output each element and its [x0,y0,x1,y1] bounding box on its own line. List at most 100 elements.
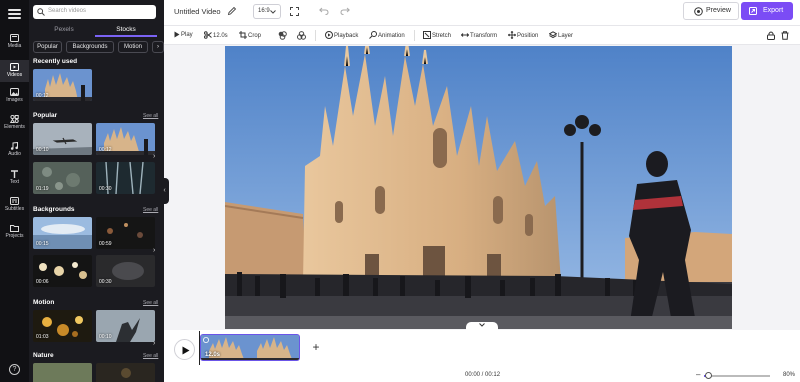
zoom-slider-handle[interactable] [705,372,712,379]
trash-icon[interactable] [781,31,789,40]
timeline: 12.0s + 00:00 / 00:12 – 80% [164,330,800,382]
chip-motion[interactable]: Motion [118,41,148,53]
project-title[interactable]: Untitled Video [174,7,221,16]
animation-icon [369,31,377,39]
stretch-icon [423,31,431,39]
timeline-clip[interactable]: 12.0s [200,334,300,361]
lock-icon[interactable] [767,31,775,40]
see-all-link[interactable]: See all [143,207,158,213]
sidebar-item-images[interactable]: Images [0,88,29,108]
video-frame-image [225,46,732,329]
edit-pencil-icon[interactable] [227,6,237,16]
help-icon[interactable]: ? [9,364,20,375]
video-thumbnail[interactable] [33,363,92,382]
sidebar-item-projects[interactable]: Projects [0,224,29,244]
edit-toolbar: Play 12.0s Crop Playback Animation Stret… [164,26,800,45]
layer-button[interactable]: Layer [548,31,573,39]
video-thumbnail[interactable]: 00:10 [33,123,92,155]
sidebar-item-videos[interactable]: Videos [0,60,29,82]
transform-icon [460,33,470,37]
text-icon [11,170,18,178]
elements-icon [10,115,19,123]
play-button[interactable] [174,339,195,360]
section-title: Popular [33,112,58,119]
chevron-right-icon[interactable]: › [153,247,155,254]
chevron-down-icon [479,323,485,327]
video-thumbnail[interactable]: 01:03 [33,310,92,342]
crop-button[interactable]: Crop [239,31,261,39]
filters-icon[interactable] [278,31,287,40]
collapse-panel-button[interactable]: ‹ [160,178,169,204]
nav-rail: Media Videos Images Elements Audio Text … [0,0,29,382]
hamburger-menu-icon[interactable] [8,9,21,19]
preview-button[interactable]: Preview [683,2,739,20]
search-icon [37,8,45,16]
info-icon [203,337,209,343]
aspect-ratio-select[interactable]: 16:9 [253,4,281,19]
add-clip-button[interactable]: + [309,340,323,354]
playback-icon [325,31,333,39]
toolbar-divider [414,30,415,41]
chevron-right-icon[interactable]: › [153,340,155,347]
video-thumbnail[interactable]: 00:12 [33,69,92,101]
subtitles-icon [10,197,19,205]
sidebar-item-audio[interactable]: Audio [0,142,29,162]
video-thumbnail[interactable]: 00:10 [96,310,155,342]
export-button[interactable]: Export [741,2,793,20]
search-input[interactable]: Search videos [33,5,156,19]
tab-stocks[interactable]: Stocks [95,26,157,33]
chip-scroll-next[interactable]: › [152,41,164,53]
video-thumbnail[interactable]: 00:30 [96,162,155,194]
chip-popular[interactable]: Popular [33,41,62,53]
video-thumbnail[interactable]: 01:19 [33,162,92,194]
chip-backgrounds[interactable]: Backgrounds [66,41,114,53]
stretch-button[interactable]: Stretch [423,31,451,39]
section-title: Recently used [33,58,78,65]
section-title: Motion [33,299,55,306]
active-tab-indicator [95,35,157,37]
video-thumbnail[interactable]: 00:12 [96,123,155,155]
animation-button[interactable]: Animation [369,31,405,39]
export-icon [749,7,757,15]
music-icon [10,142,18,150]
sidebar-item-media[interactable]: Media [0,34,29,54]
see-all-link[interactable]: See all [143,300,158,306]
play-icon [182,346,190,355]
sidebar-item-subtitles[interactable]: Subtitles [0,197,29,217]
sidebar-item-elements[interactable]: Elements [0,115,29,135]
redo-icon[interactable] [340,7,350,15]
section-title: Nature [33,352,54,359]
play-icon [174,31,180,38]
see-all-link[interactable]: See all [143,113,158,119]
video-canvas[interactable] [225,46,732,329]
media-icon [10,34,19,42]
video-thumbnail[interactable] [96,363,155,382]
tab-pexels[interactable]: Pexels [33,26,95,33]
layers-icon [548,31,558,39]
trim-duration-button[interactable]: 12.0s [204,31,228,39]
play-tool-button[interactable]: Play [174,31,193,38]
adjust-icon[interactable] [297,31,306,40]
video-thumbnail[interactable]: 00:59 [96,217,155,249]
video-thumbnail[interactable]: 00:15 [33,217,92,249]
transform-button[interactable]: Transform [460,31,497,39]
scissors-icon [204,31,212,39]
fullscreen-icon[interactable] [290,7,299,16]
sidebar-item-text[interactable]: Text [0,170,29,190]
video-thumbnail[interactable]: 00:30 [96,255,155,287]
undo-icon[interactable] [319,7,329,15]
video-thumbnail[interactable]: 00:06 [33,255,92,287]
chevron-right-icon[interactable]: › [153,153,155,160]
folder-icon [10,225,19,232]
crop-icon [239,31,247,39]
zoom-level: 80% [783,372,796,378]
toolbar-divider [315,30,316,41]
time-display: 00:00 / 00:12 [465,372,501,378]
see-all-link[interactable]: See all [143,353,158,359]
zoom-out-button[interactable]: – [696,370,700,379]
position-button[interactable]: Position [507,30,538,40]
zoom-slider[interactable] [704,375,770,377]
video-icon [10,63,19,71]
playback-button[interactable]: Playback [325,31,358,39]
top-bar: Untitled Video 16:9 Preview Export [164,0,800,26]
